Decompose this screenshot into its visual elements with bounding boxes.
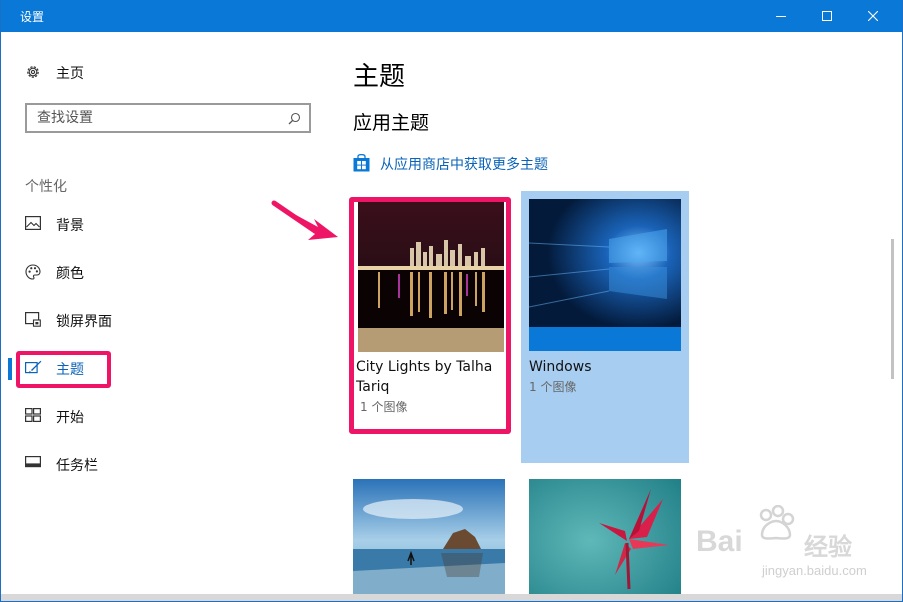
title-bar[interactable]: 设置 [1,0,902,32]
palette-icon [25,264,41,280]
window-title: 设置 [20,10,45,24]
sidebar-item-label: 开始 [56,410,84,426]
theme-thumbnail-flower[interactable] [529,479,681,601]
maximize-icon [822,11,832,21]
sidebar-item-label: 锁屏界面 [56,314,112,330]
annotation-highlight-city-lights [349,197,511,434]
maximize-button[interactable] [804,0,850,32]
active-indicator [8,358,12,380]
theme-thumbnail-beach[interactable] [353,479,505,601]
watermark-url: jingyan.baidu.com [762,563,867,578]
baidu-paw-logo [759,505,795,540]
scrollbar-thumb[interactable] [891,239,894,379]
search-box[interactable] [25,103,311,133]
store-link-label: 从应用商店中获取更多主题 [380,157,548,173]
gear-icon [27,66,39,78]
flower-image [529,479,681,601]
close-button[interactable] [850,0,896,32]
annotation-highlight-themes [16,351,111,388]
settings-window: 设置 主页 个性化 [0,0,903,602]
window-bottom-edge [1,594,902,601]
home-label: 主页 [56,66,84,82]
windows-hero-image [529,199,681,351]
sidebar-item-taskbar[interactable]: 任务栏 [8,444,308,484]
personalization-section-label: 个性化 [25,179,67,195]
watermark-brand: Bai [696,525,743,558]
sidebar-item-background[interactable]: 背景 [8,204,308,244]
store-bag-icon [353,154,370,172]
annotation-arrow [271,200,338,240]
sidebar-item-start[interactable]: 开始 [8,396,308,436]
sidebar-item-label: 背景 [56,218,84,234]
apply-theme-heading: 应用主题 [353,112,430,134]
theme-name: Windows [529,359,592,375]
page-title: 主题 [353,62,406,92]
theme-thumbnail-windows [529,199,681,351]
beach-image [353,479,505,601]
search-icon[interactable] [288,112,301,125]
sidebar-item-label: 颜色 [56,266,84,282]
sidebar-item-lock-screen[interactable]: 锁屏界面 [8,300,308,340]
lock-screen-icon [25,312,41,327]
start-tiles-icon [25,408,41,422]
picture-icon [25,216,41,230]
sidebar-item-colors[interactable]: 颜色 [8,252,308,292]
theme-image-count: 1 个图像 [529,380,577,394]
baidu-jingyan-watermark: Bai 经验 jingyan.baidu.com [696,505,867,585]
sidebar-item-label: 任务栏 [56,458,98,474]
minimize-icon [776,16,786,17]
theme-card-windows[interactable]: Windows 1 个图像 [521,191,689,463]
close-icon [868,11,878,21]
watermark-brand-cn: 经验 [804,533,852,561]
search-input[interactable] [37,108,277,128]
minimize-button[interactable] [758,0,804,32]
taskbar-icon [25,456,41,468]
